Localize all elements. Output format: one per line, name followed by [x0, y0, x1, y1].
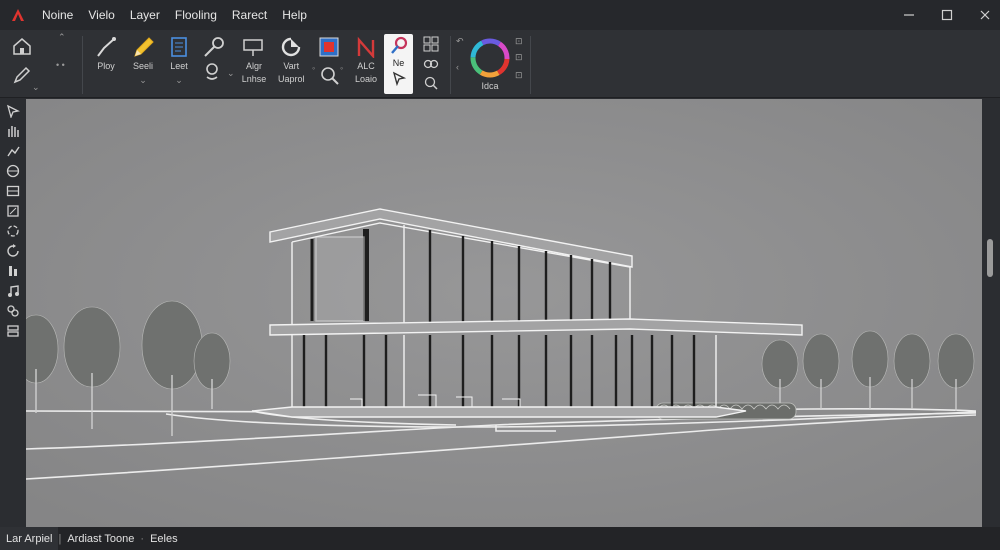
pencil-icon: [134, 37, 154, 57]
leet-label: Leet: [170, 61, 188, 71]
sphere-tool-icon[interactable]: [5, 163, 21, 179]
algr-label: Algr: [245, 61, 262, 71]
select-tool-icon[interactable]: [5, 103, 21, 119]
vertical-scrollbar[interactable]: [982, 99, 1000, 527]
close-icon[interactable]: [978, 8, 992, 22]
brush-tool[interactable]: [202, 62, 222, 82]
building-wireframe-scene: [26, 99, 982, 527]
search-tool[interactable]: [423, 75, 439, 91]
tab-lar-arpiel[interactable]: Lar Arpiel: [0, 527, 59, 550]
color-wheel-tool[interactable]: Idca: [467, 35, 513, 91]
zoom-icon: [321, 67, 339, 85]
home-tool[interactable]: [12, 37, 32, 55]
render-frame-icon: [319, 37, 339, 57]
maximize-icon[interactable]: [940, 8, 954, 22]
left-arrow-icon[interactable]: ‹: [456, 62, 459, 72]
ribbon-separator: [450, 36, 451, 94]
polyline-icon: [97, 37, 116, 57]
settings-small-icon[interactable]: ⊡: [515, 52, 523, 63]
undo-arrow-icon[interactable]: ↶: [456, 36, 464, 47]
hand-tool-icon[interactable]: [5, 123, 21, 139]
leet-dropdown-icon[interactable]: ⌄: [175, 75, 183, 86]
menu-item-noine[interactable]: Noine: [42, 8, 73, 22]
orbit-tool-icon[interactable]: [5, 223, 21, 239]
align-icon: [243, 39, 263, 56]
vart-label: Vart: [283, 61, 300, 71]
ribbon-toolbar: ⌃ • • ⌄ Ploy Seeli ⌄ Leet ⌄ ⌄ Algr Lnhse…: [0, 30, 1000, 98]
text-tool-icon[interactable]: [5, 203, 21, 219]
group-tool-icon[interactable]: [5, 303, 21, 319]
tab-eeles[interactable]: Eeles: [144, 527, 184, 550]
left-tool-strip: [0, 99, 26, 527]
link-icon: [423, 59, 439, 69]
unprof-label: Uaprol: [278, 74, 305, 84]
app-logo-icon[interactable]: [0, 0, 36, 30]
seeli-tool[interactable]: Seeli ⌄: [131, 36, 155, 86]
rotate-icon: [282, 37, 301, 57]
slash-icon: [357, 36, 375, 58]
search-icon: [424, 76, 438, 90]
leet-tool[interactable]: Leet ⌄: [167, 36, 191, 86]
ne-tool[interactable]: Ne: [384, 34, 413, 94]
brush-dropdown-icon[interactable]: ⌄: [227, 68, 235, 79]
grid-tool[interactable]: [423, 36, 439, 52]
link-tool[interactable]: [423, 56, 439, 72]
seeli-dropdown-icon[interactable]: ⌄: [139, 75, 147, 86]
tab-ardiast-toone[interactable]: Ardiast Toone: [61, 527, 140, 550]
scrollbar-thumb[interactable]: [987, 239, 993, 277]
layout-tab-bar: Lar Arpiel | Ardiast Toone · Eeles: [0, 527, 1000, 550]
document-icon: [171, 37, 187, 57]
pen-icon: [13, 66, 31, 84]
menu-item-vielo[interactable]: Vielo: [88, 8, 114, 22]
color-label: Idca: [481, 81, 499, 91]
cursor-arrow-icon: [392, 71, 406, 86]
alc-label: ALC: [357, 61, 375, 71]
menu-item-layer[interactable]: Layer: [130, 8, 160, 22]
ne-label: Ne: [392, 58, 405, 68]
grid-icon: [423, 36, 439, 52]
menu-item-help[interactable]: Help: [282, 8, 307, 22]
render-option-icon[interactable]: ◦: [340, 63, 343, 73]
color-wheel-icon: [470, 38, 510, 78]
menu-item-rarect[interactable]: Rarect: [232, 8, 267, 22]
more-dots-icon[interactable]: • •: [56, 60, 65, 70]
key-tool[interactable]: [202, 36, 226, 58]
seeli-label: Seeli: [132, 61, 153, 71]
lnaio-label: Loaio: [354, 74, 378, 84]
ploy-tool[interactable]: Ploy: [94, 36, 118, 71]
settings-small-icon[interactable]: ⊡: [515, 70, 523, 81]
key-icon: [204, 37, 224, 57]
algr-tool[interactable]: Algr Lnhse: [241, 36, 267, 84]
alc-tool[interactable]: ALC Loaio: [354, 36, 378, 84]
column-tool-icon[interactable]: [5, 263, 21, 279]
line-tool-icon[interactable]: [5, 143, 21, 159]
lnhse-label: Lnhse: [241, 74, 267, 84]
layers-tool-icon[interactable]: [5, 183, 21, 199]
home-icon: [13, 38, 31, 55]
render-option-icon[interactable]: ◦: [312, 63, 315, 73]
refresh-tool-icon[interactable]: [5, 243, 21, 259]
music-tool-icon[interactable]: [5, 283, 21, 299]
ribbon-separator: [530, 36, 531, 94]
settings-small-icon[interactable]: ⊡: [515, 36, 523, 47]
menu-bar: Noine Vielo Layer Flooling Rarect Help: [0, 0, 1000, 30]
pen-tool[interactable]: [12, 66, 32, 84]
window-controls: [902, 0, 992, 30]
3d-viewport[interactable]: [26, 99, 982, 527]
brush-icon: [206, 63, 218, 80]
zoom-tool[interactable]: [320, 66, 340, 86]
minimize-icon[interactable]: [902, 8, 916, 22]
dropdown-chevron-icon[interactable]: ⌄: [32, 82, 40, 93]
ribbon-separator: [82, 36, 83, 94]
menu-item-flooling[interactable]: Flooling: [175, 8, 217, 22]
vart-tool[interactable]: Vart Uaprol: [278, 36, 305, 84]
ploy-label: Ploy: [97, 61, 115, 71]
expand-chevron-icon[interactable]: ⌃: [58, 32, 66, 43]
stack-tool-icon[interactable]: [5, 323, 21, 339]
paint-icon: [390, 36, 407, 54]
cad-application-window: Noine Vielo Layer Flooling Rarect Help ⌃…: [0, 0, 1000, 550]
render-tool[interactable]: [318, 36, 340, 58]
